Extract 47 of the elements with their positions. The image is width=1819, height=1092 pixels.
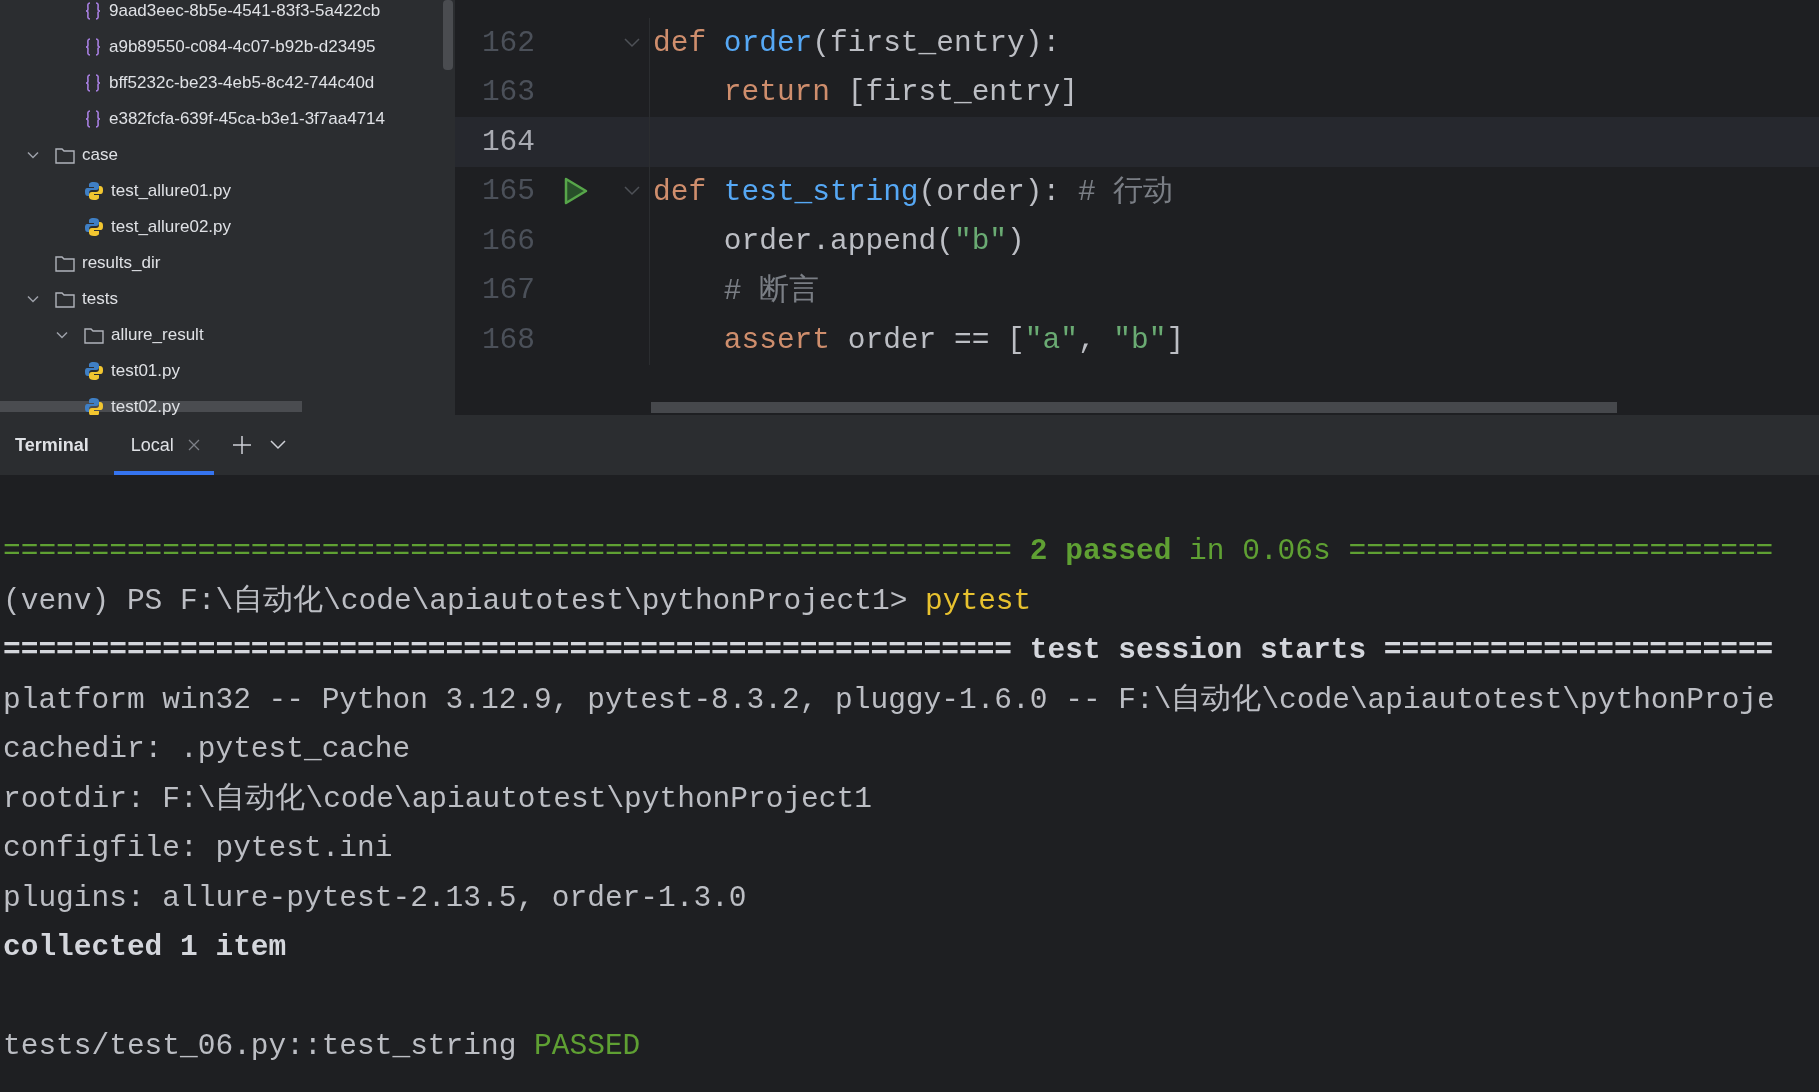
tree-item-label[interactable]: test_allure01.py xyxy=(111,181,232,201)
code-line: # 断言 xyxy=(722,274,820,309)
tree-item-label[interactable]: test02.py xyxy=(111,397,180,415)
terminal-line: ========================================================= test session starts ====================== xyxy=(3,632,1775,669)
tree-item-label[interactable]: allure_result xyxy=(111,325,204,345)
tree-item-label[interactable]: results_dir xyxy=(82,253,161,273)
tree-item-label[interactable]: bff5232c-be23-4eb5-8c42-744c40d xyxy=(109,73,375,93)
line-number: 164 xyxy=(480,124,535,159)
code-line: def test_string(order): # 行动 xyxy=(653,175,1174,210)
terminal-line: tests/test_06.py::test_string PASSED xyxy=(3,1028,642,1065)
terminal-line: plugins: allure-pytest-2.13.5, order-1.3.0 xyxy=(3,879,748,917)
folder-icon xyxy=(84,326,104,344)
braces-icon xyxy=(84,73,102,93)
folder-icon xyxy=(55,290,75,308)
python-icon xyxy=(84,217,104,237)
chevron-down-icon[interactable] xyxy=(269,440,286,450)
python-icon xyxy=(84,397,104,415)
braces-icon xyxy=(84,1,102,21)
python-icon xyxy=(84,361,104,381)
close-icon[interactable] xyxy=(187,439,200,451)
panel-title: Terminal xyxy=(15,434,89,456)
terminal-line: platform win32 -- Python 3.12.9, pytest-8.3.2, pluggy-1.6.0 -- F:\自动化\code\apiautotest\pythonProje xyxy=(3,681,1776,719)
code-line: def order(first_entry): xyxy=(653,25,1061,60)
code-line: assert order == ["a", "b"] xyxy=(722,322,1185,357)
braces-icon xyxy=(84,109,102,129)
terminal-line: rootdir: F:\自动化\code\apiautotest\pythonProject1 xyxy=(3,780,873,818)
scrollbar-thumb[interactable] xyxy=(443,0,453,70)
terminal-line: collected 1 item xyxy=(3,929,288,966)
tree-item-label[interactable]: tests xyxy=(82,289,118,309)
tree-item-label[interactable]: case xyxy=(82,145,118,165)
python-icon xyxy=(84,181,104,201)
folder-icon xyxy=(55,146,75,164)
folder-icon xyxy=(55,254,75,272)
terminal-line: ========================================================= 2 passed in 0.06s ======================== xyxy=(3,533,1775,570)
tree-item-label[interactable]: test_allure02.py xyxy=(111,217,232,237)
tree-item-label[interactable]: a9b89550-c084-4c07-b92b-d23495 xyxy=(109,37,376,57)
braces-icon xyxy=(84,37,102,57)
tree-item-label[interactable]: 9aad3eec-8b5e-4541-83f3-5a422cb xyxy=(109,1,381,21)
plus-icon[interactable] xyxy=(231,435,252,455)
terminal-line: cachedir: .pytest_cache xyxy=(3,731,412,768)
tree-item-label[interactable]: test01.py xyxy=(111,361,180,381)
code-line: order.append("b") xyxy=(722,223,1025,258)
tree-item-label[interactable]: e382fcfa-639f-45ca-b3e1-3f7aa4714 xyxy=(109,109,385,129)
terminal-line: (venv) PS F:\自动化\code\apiautotest\pythonProject1> pytest xyxy=(3,582,1033,620)
terminal-line: configfile: pytest.ini xyxy=(3,830,394,867)
code-line: return [first_entry] xyxy=(722,75,1078,110)
scrollbar-thumb[interactable] xyxy=(651,402,1617,413)
